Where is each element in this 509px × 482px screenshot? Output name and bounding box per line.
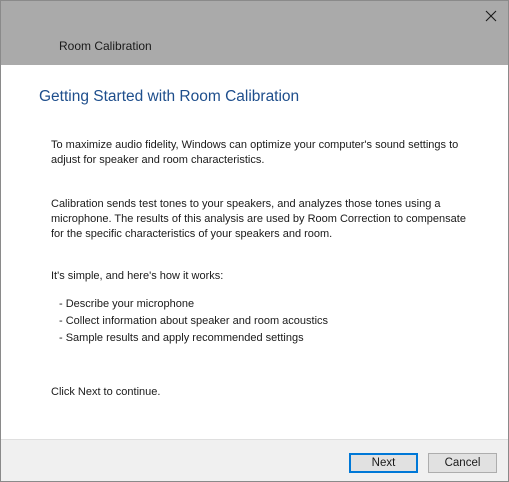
calibration-line: for the specific characteristics of your… (51, 228, 333, 240)
intro-paragraph: To maximize audio fidelity, Windows can … (51, 138, 471, 168)
list-item: - Collect information about speaker and … (59, 315, 329, 327)
room-calibration-window: Room Calibration Getting Started with Ro… (0, 0, 509, 482)
calibration-paragraph: Calibration sends test tones to your spe… (51, 197, 471, 242)
list-item: - Describe your microphone (59, 298, 195, 310)
intro-line: To maximize audio fidelity, Windows can … (51, 139, 459, 151)
button-bar: Next Cancel (1, 439, 508, 481)
window-title: Room Calibration (59, 39, 152, 53)
close-button[interactable] (474, 1, 508, 31)
title-bar: Room Calibration (1, 1, 508, 65)
next-button[interactable]: Next (349, 453, 418, 473)
calibration-line: microphone. The results of this analysis… (51, 213, 466, 225)
intro-line: adjust for speaker and room characterist… (51, 154, 265, 166)
calibration-line: Calibration sends test tones to your spe… (51, 198, 441, 210)
page-heading: Getting Started with Room Calibration (39, 88, 300, 105)
continue-text: Click Next to continue. (51, 386, 161, 398)
cancel-button[interactable]: Cancel (428, 453, 497, 473)
list-item: - Sample results and apply recommended s… (59, 332, 304, 344)
wizard-page: Getting Started with Room Calibration To… (1, 65, 508, 439)
how-it-works-text: It's simple, and here's how it works: (51, 270, 224, 282)
steps-list: - Describe your microphone - Collect inf… (59, 296, 328, 347)
close-icon (485, 10, 497, 22)
